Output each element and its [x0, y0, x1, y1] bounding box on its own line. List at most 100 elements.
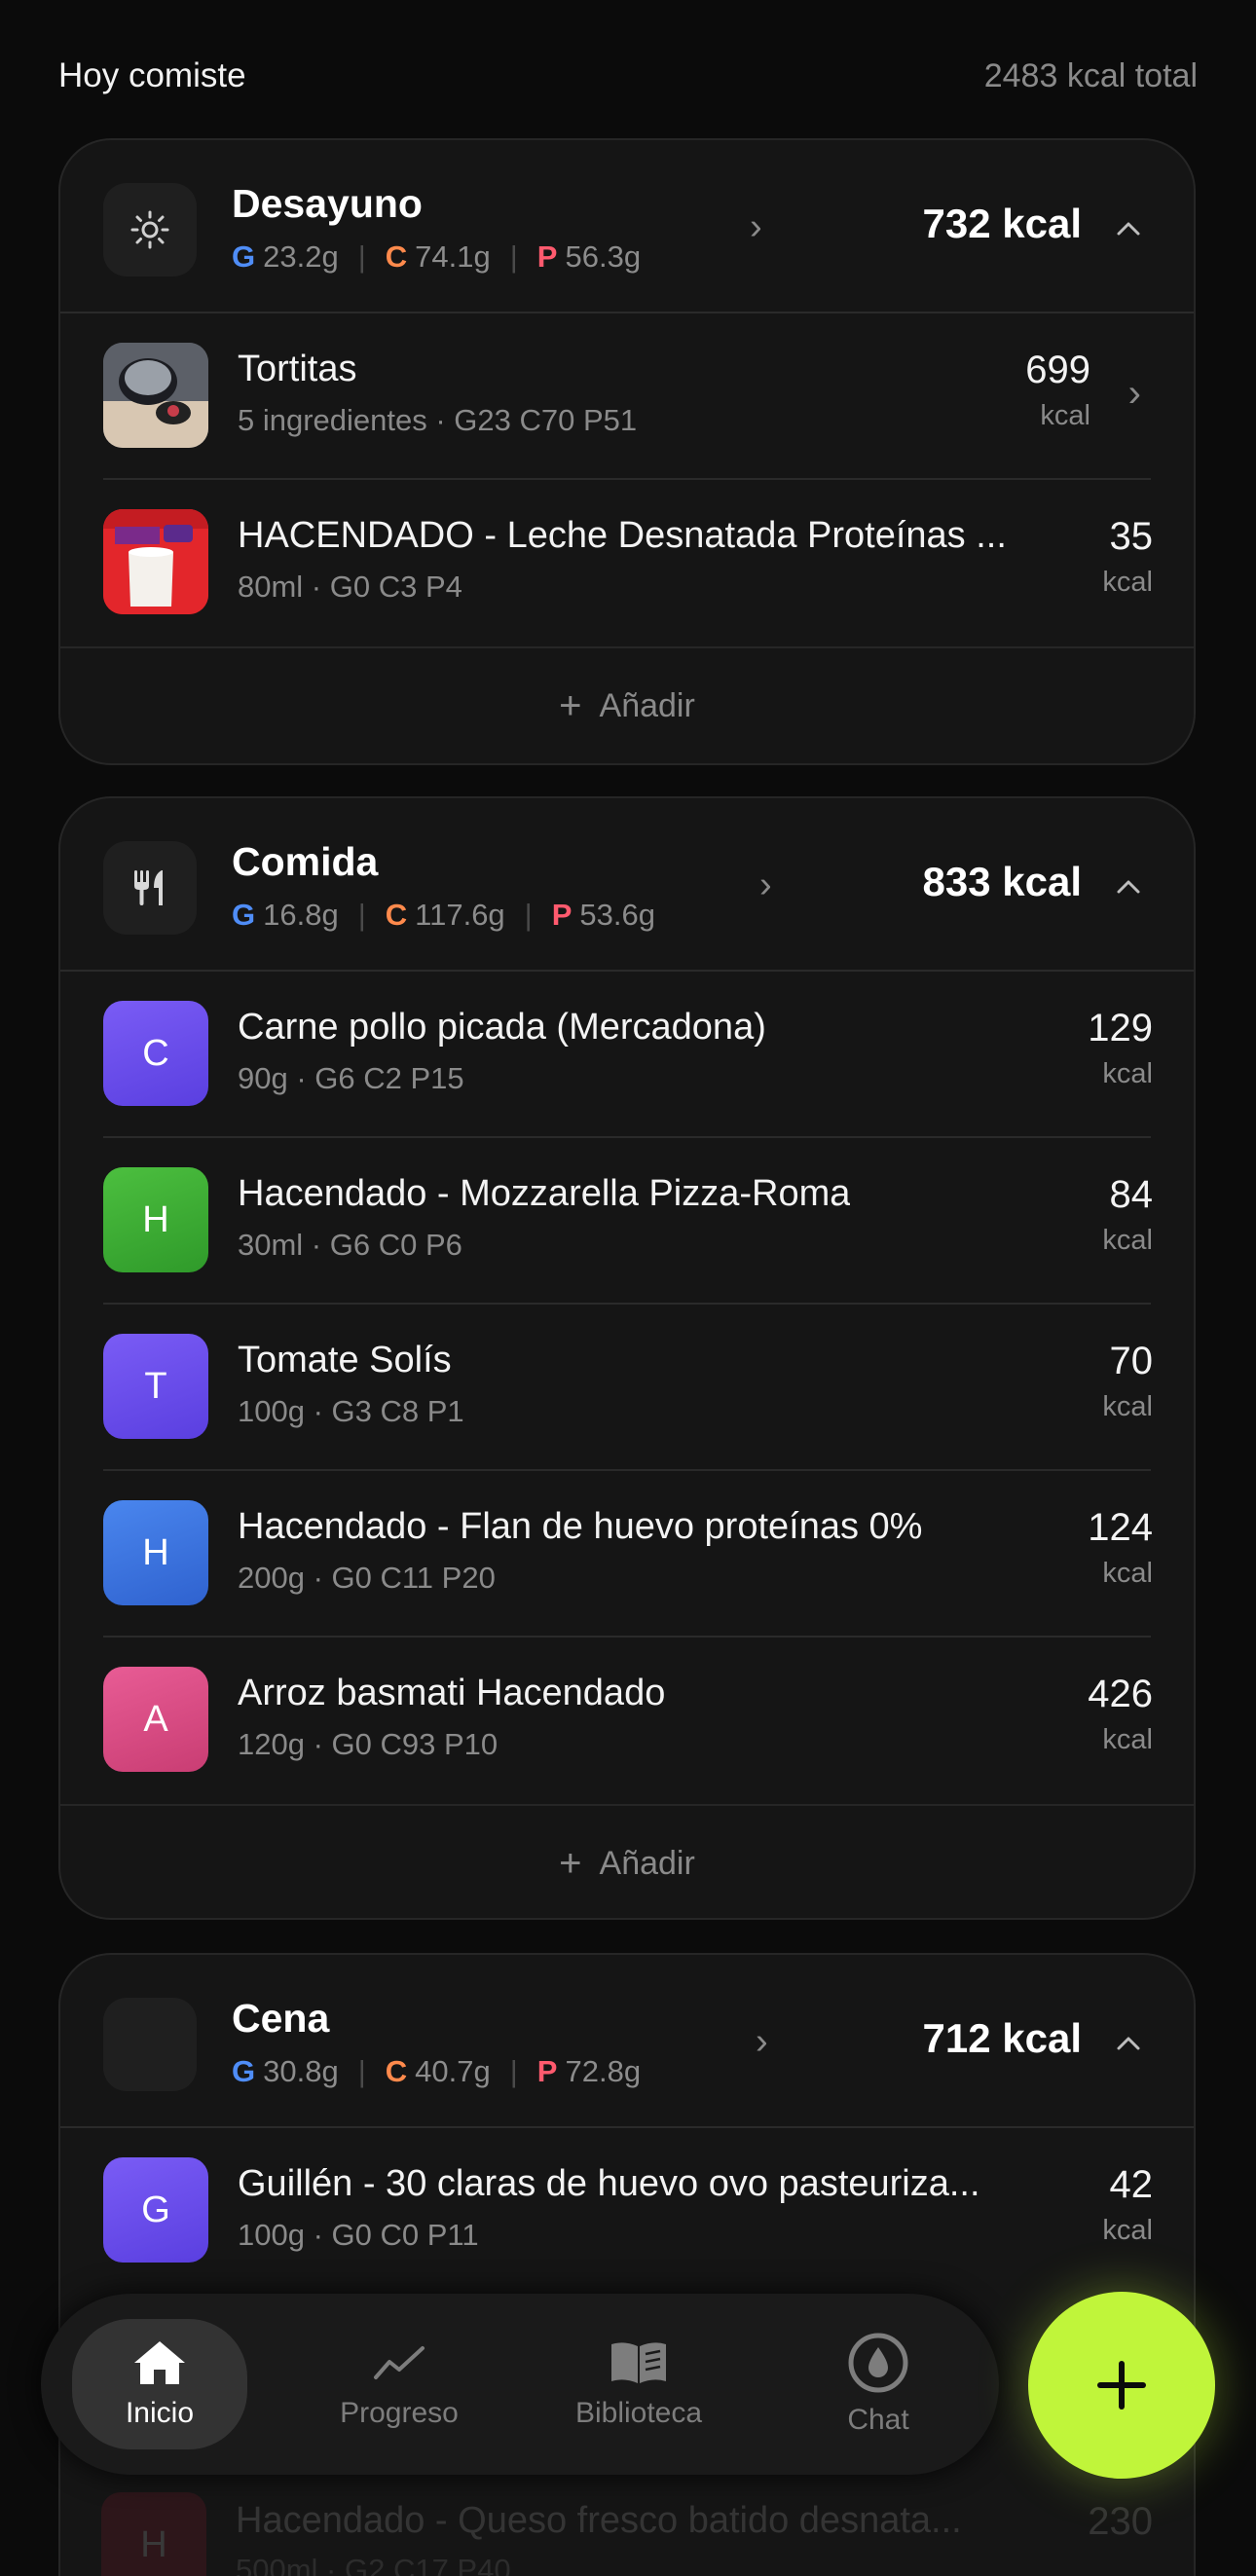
meal-header[interactable]: Desayuno G 23.2g | C 74.1g | P 56.3g › 732 …	[60, 140, 1194, 313]
protein-letter: P	[536, 239, 558, 274]
item-kcal: 129 kcal	[1088, 1007, 1153, 1089]
chevron-right-icon[interactable]: ›	[756, 2021, 768, 2063]
chevron-right-icon[interactable]: ›	[1128, 372, 1141, 416]
item-kcal: 84 kcal	[1102, 1173, 1153, 1256]
fat-value: 30.8g	[263, 2054, 339, 2088]
meal-card-desayuno: Desayuno G 23.2g | C 74.1g | P 56.3g › 732 …	[58, 138, 1196, 765]
home-icon	[134, 2341, 185, 2384]
carb-letter: C	[385, 2054, 408, 2088]
fat-letter: G	[232, 898, 256, 932]
item-name: Tortitas	[238, 349, 357, 389]
add-food-button[interactable]: + Añadir	[60, 1804, 1194, 1918]
list-item[interactable]: C Carne pollo picada (Mercadona) 90g · G…	[60, 972, 1194, 1138]
letter-avatar: H	[103, 1167, 208, 1272]
chevron-up-icon[interactable]	[1114, 214, 1143, 243]
fat-value: 16.8g	[263, 898, 339, 932]
protein-letter: P	[536, 2054, 558, 2088]
add-fab-button[interactable]	[1028, 2292, 1215, 2479]
list-item[interactable]: H Hacendado - Mozzarella Pizza-Roma 30ml…	[60, 1138, 1194, 1305]
fat-value: 23.2g	[263, 239, 339, 274]
nav-biblioteca[interactable]: Biblioteca	[551, 2319, 726, 2449]
item-kcal: 35 kcal	[1102, 515, 1153, 598]
chat-drop-icon	[848, 2333, 908, 2393]
item-kcal: 699 kcal	[1025, 349, 1090, 431]
chevron-right-icon[interactable]: ›	[759, 865, 772, 906]
item-detail: 90g · G6 C2 P15	[238, 1061, 464, 1095]
protein-value: 72.8g	[565, 2054, 642, 2088]
item-kcal: 124 kcal	[1088, 1506, 1153, 1589]
meal-macros: G 30.8g | C 40.7g | P 72.8g	[232, 2054, 642, 2088]
header: Hoy comiste 2483 kcal total	[58, 56, 1198, 95]
item-detail: 100g · G0 C0 P11	[238, 2218, 479, 2252]
page-title: Hoy comiste	[58, 56, 246, 94]
list-item[interactable]: G Guillén - 30 claras de huevo ovo paste…	[60, 2128, 1194, 2295]
item-name: Hacendado - Queso fresco batido desnata.…	[236, 2500, 962, 2541]
item-detail: 200g · G0 C11 P20	[238, 1561, 496, 1595]
sun-icon	[103, 183, 197, 276]
list-item[interactable]: A Arroz basmati Hacendado 120g · G0 C93 …	[60, 1638, 1194, 1804]
item-name: HACENDADO - Leche Desnatada Proteínas ..…	[238, 515, 1007, 556]
item-name: Arroz basmati Hacendado	[238, 1673, 666, 1713]
item-name: Hacendado - Mozzarella Pizza-Roma	[238, 1173, 851, 1214]
protein-value: 53.6g	[579, 898, 655, 932]
meal-kcal: 833 kcal	[922, 859, 1083, 904]
item-detail: 30ml · G6 C0 P6	[238, 1228, 462, 1262]
meal-kcal: 732 kcal	[922, 201, 1083, 246]
meal-name: Cena	[232, 1996, 330, 2041]
carb-letter: C	[385, 239, 408, 274]
plus-icon	[1097, 2361, 1146, 2410]
item-name: Guillén - 30 claras de huevo ovo pasteur…	[238, 2163, 980, 2204]
item-name: Hacendado - Flan de huevo proteínas 0%	[238, 1506, 923, 1547]
chevron-right-icon[interactable]: ›	[750, 206, 762, 248]
list-item[interactable]: Tortitas 5 ingredientes · G23 C70 P51 69…	[60, 313, 1194, 480]
protein-value: 56.3g	[565, 239, 642, 274]
letter-avatar: C	[103, 1001, 208, 1106]
item-detail: 100g · G3 C8 P1	[238, 1394, 464, 1428]
meal-header[interactable]: Comida G 16.8g | C 117.6g | P 53.6g › 833 k…	[60, 798, 1194, 972]
food-photo-milk	[103, 509, 208, 614]
item-kcal: 70 kcal	[1102, 1340, 1153, 1422]
book-icon	[611, 2342, 666, 2383]
fork-knife-icon	[103, 841, 197, 935]
item-detail: 80ml · G0 C3 P4	[238, 570, 462, 604]
meal-header[interactable]: Cena G 30.8g | C 40.7g | P 72.8g › 712 kcal	[60, 1955, 1194, 2128]
item-kcal: 426 kcal	[1088, 1673, 1153, 1755]
list-item[interactable]: HACENDADO - Leche Desnatada Proteínas ..…	[60, 480, 1194, 646]
total-kcal: 2483 kcal total	[983, 56, 1198, 94]
meal-card-cena: Cena G 30.8g | C 40.7g | P 72.8g › 712 kcal…	[58, 1953, 1196, 2576]
carb-value: 117.6g	[415, 898, 505, 932]
item-name: Tomate Solís	[238, 1340, 452, 1380]
chevron-up-icon[interactable]	[1114, 2029, 1143, 2058]
letter-avatar: G	[103, 2157, 208, 2263]
add-label: Añadir	[599, 1844, 695, 1882]
plus-icon: +	[559, 683, 582, 727]
protein-letter: P	[551, 898, 573, 932]
meal-name: Comida	[232, 839, 379, 884]
item-detail: 120g · G0 C93 P10	[238, 1727, 499, 1761]
letter-avatar: T	[103, 1334, 208, 1439]
nav-chat[interactable]: Chat	[791, 2319, 966, 2449]
meal-kcal: 712 kcal	[922, 2015, 1083, 2061]
fat-letter: G	[232, 239, 256, 274]
nav-progreso[interactable]: Progreso	[312, 2319, 487, 2449]
nav-label: Progreso	[340, 2397, 459, 2429]
letter-avatar: H	[101, 2492, 206, 2576]
nav-inicio[interactable]: Inicio	[72, 2319, 247, 2449]
fat-letter: G	[232, 2054, 256, 2088]
carb-letter: C	[385, 898, 408, 932]
list-item[interactable]: H Hacendado - Flan de huevo proteínas 0%…	[60, 1471, 1194, 1638]
carb-value: 74.1g	[415, 239, 491, 274]
list-item[interactable]: T Tomate Solís 100g · G3 C8 P1 70 kcal	[60, 1305, 1194, 1471]
plus-icon: +	[559, 1841, 582, 1885]
add-food-button[interactable]: + Añadir	[60, 646, 1194, 763]
bottom-nav: Inicio Progreso Biblioteca Chat	[41, 2294, 999, 2475]
chevron-up-icon[interactable]	[1114, 872, 1143, 902]
letter-avatar: H	[103, 1500, 208, 1605]
moon-icon	[103, 1998, 197, 2091]
item-name: Carne pollo picada (Mercadona)	[238, 1007, 766, 1048]
meal-card-comida: Comida G 16.8g | C 117.6g | P 53.6g › 833 k…	[58, 796, 1196, 1920]
add-label: Añadir	[599, 686, 695, 724]
letter-avatar: A	[103, 1667, 208, 1772]
food-photo-pan	[103, 343, 208, 448]
item-kcal: 230	[1088, 2500, 1153, 2543]
